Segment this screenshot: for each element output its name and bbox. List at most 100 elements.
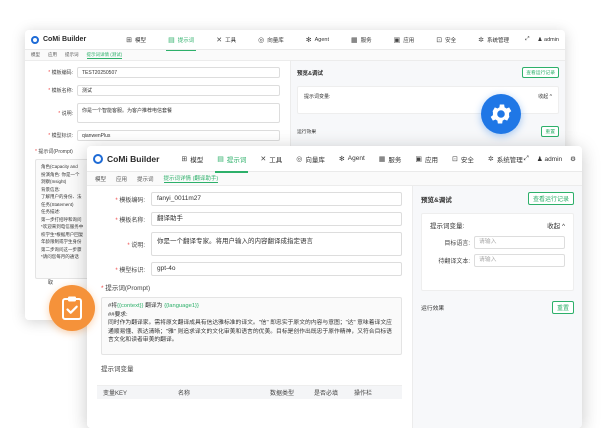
prompt-line-1: #将{{context}} 翻译为 {{language1}}	[108, 303, 199, 309]
model-select[interactable]: qianwenPlus	[77, 130, 280, 141]
chevron-up-icon: ^	[561, 223, 565, 230]
nav-item-security[interactable]: ⊡ 安全	[452, 154, 474, 164]
nav-item-tool[interactable]: ✕ 工具	[216, 36, 236, 44]
nav-label: 提示词	[177, 37, 195, 44]
collapse-toggle[interactable]: 收起 ^	[547, 220, 565, 230]
app-logo[interactable]: CoMi Builder	[93, 153, 159, 164]
tab-bar: 模型 应用 提示词 提示词详情 (翻译助手)	[87, 172, 582, 186]
vars-section-title: 提示词变量	[101, 366, 134, 373]
tool-icon: ✕	[216, 36, 223, 44]
user-menu[interactable]: ♟ admin	[537, 155, 562, 163]
collapse-toggle[interactable]: 收起 ^	[538, 93, 552, 100]
clipboard-badge	[49, 285, 95, 331]
tab-prompt[interactable]: 提示词	[137, 175, 154, 183]
preview-title: 预览&调试	[297, 70, 323, 77]
tab-model[interactable]: 模型	[95, 175, 106, 183]
code-label: * 模板编码:	[48, 70, 73, 76]
preview-panel: 预览&调试 查看运行记录 提示词变量: 收起 ^ 目标语言: 请输入 待翻译文本…	[412, 186, 582, 428]
prompt-line: *欢迎来到电信服务中	[41, 224, 84, 229]
view-log-button[interactable]: 查看运行记录	[522, 67, 559, 78]
code-row: * 模板编码: fanyi_0011m27	[97, 192, 402, 206]
reset-button[interactable]: 重置	[551, 301, 574, 314]
nav-label: Agent	[347, 155, 365, 162]
fullscreen-icon[interactable]: ⤢	[525, 36, 529, 43]
nav-item-app[interactable]: ▣ 应用	[415, 154, 438, 164]
desc-field[interactable]: 你是一个翻译专家。将用户输入的内容翻译成指定语言	[151, 232, 402, 256]
back-button[interactable]: 取	[48, 279, 53, 286]
prompt-editor[interactable]: 角色(Capacity and 扮演角色: 你是一个 洞察(Insight) 背…	[35, 159, 95, 279]
nav-item-service[interactable]: ▦ 服务	[351, 36, 372, 44]
tab-app[interactable]: 应用	[48, 52, 57, 58]
prompt-icon: ▤	[217, 155, 224, 163]
result-row: 运行效果 重置	[297, 126, 559, 137]
user-menu[interactable]: ♟ admin	[538, 37, 559, 43]
name-field[interactable]: 测试	[77, 85, 280, 96]
target-language-input[interactable]: 请输入	[474, 236, 565, 249]
code-field[interactable]: fanyi_0011m27	[151, 192, 402, 206]
prompt-line: *请问您每月的通话	[41, 254, 79, 259]
nav-item-agent[interactable]: ✻ Agent	[339, 155, 365, 163]
nav-item-vector-db[interactable]: ◎ 向量库	[258, 36, 284, 44]
nav-label: 系统管理	[487, 37, 510, 44]
nav-label: 工具	[269, 156, 283, 164]
model-icon: ⊞	[181, 155, 188, 163]
tab-prompt-detail[interactable]: 提示词详情 (翻译助手)	[163, 174, 219, 183]
prompt-line: 第一步打招呼和询问	[41, 216, 82, 222]
model-row: * 模型标识: qianwenPlus	[35, 130, 280, 141]
prompt-line: 扮演角色: 你是一个	[41, 171, 80, 177]
nav-item-app[interactable]: ▣ 应用	[394, 36, 415, 44]
nav-label: 向量库	[267, 37, 284, 44]
code-field[interactable]: TEST20250507	[77, 67, 280, 78]
tab-model[interactable]: 模型	[31, 52, 40, 58]
fullscreen-icon[interactable]: ⤢	[524, 155, 529, 163]
tab-app[interactable]: 应用	[116, 175, 127, 183]
nav-item-vector-db[interactable]: ◎ 向量库	[296, 154, 325, 164]
nav-item-service[interactable]: ▦ 服务	[379, 154, 402, 164]
name-field[interactable]: 翻译助手	[151, 212, 402, 226]
model-icon: ⊞	[126, 36, 133, 44]
username: admin	[544, 36, 559, 43]
var-label: 待翻译文本:	[438, 259, 470, 265]
result-row: 运行效果 重置	[421, 301, 574, 314]
nav-item-model[interactable]: ⊞ 模型	[126, 36, 146, 44]
chevron-up-icon: ^	[549, 94, 552, 100]
tab-prompt-detail[interactable]: 提示词详情 (测试)	[86, 52, 123, 59]
model-label: * 模型标识:	[115, 267, 145, 274]
nav-right: ⤢ ♟ admin ⚙	[524, 155, 576, 163]
prompt-line-2: ##要求:	[108, 311, 128, 318]
user-icon: ♟	[537, 36, 543, 43]
nav-item-agent[interactable]: ✻ Agent	[306, 36, 329, 44]
app-icon: ▣	[415, 155, 423, 163]
col-type: 数据类型	[270, 391, 295, 397]
prompt-editor[interactable]: #将{{context}} 翻译为 {{language1}} ##要求: 同时…	[101, 297, 402, 355]
prompt-var-language: {{language1}}	[164, 303, 199, 309]
prompt-line: 第二步询问这一步骤	[41, 246, 82, 252]
settings-icon: ✲	[478, 36, 485, 44]
nav-item-model[interactable]: ⊞ 模型	[181, 154, 203, 164]
source-text-input[interactable]: 请输入	[474, 254, 565, 267]
main-menu: ⊞ 模型 ▤ 提示词 ✕ 工具 ◎ 向量库 ✻ Agent ▦ 服务 ▣ 应用 ⊡ 安全 ✲ 系统…	[126, 36, 525, 51]
nav-item-prompt[interactable]: ▤ 提示词	[215, 154, 249, 173]
app-logo[interactable]: CoMi Builder	[31, 35, 86, 44]
nav-item-settings[interactable]: ✲ 系统管理	[488, 154, 523, 164]
gear-icon[interactable]: ⚙	[570, 155, 576, 163]
view-log-button[interactable]: 查看运行记录	[527, 192, 574, 205]
nav-item-prompt[interactable]: ▤ 提示词	[166, 36, 197, 51]
nav-item-tool[interactable]: ✕ 工具	[260, 154, 282, 164]
nav-item-security[interactable]: ⊡ 安全	[436, 36, 456, 44]
prompt-line: 任务(Statement)	[41, 201, 74, 207]
prompt-line: 校学生*根据用户回复	[41, 231, 84, 237]
reset-button[interactable]: 重置	[541, 126, 559, 137]
tab-prompt[interactable]: 提示词	[65, 52, 79, 58]
nav-item-settings[interactable]: ✲ 系统管理	[478, 36, 509, 44]
name-label: * 模板名称:	[115, 217, 145, 224]
vector-db-icon: ◎	[296, 155, 303, 163]
col-actions: 操作栏	[354, 391, 373, 397]
desc-field[interactable]: 你是一个智能客服。为客户推荐电信套餐	[77, 103, 280, 123]
preview-header: 预览&调试 查看运行记录	[421, 192, 574, 205]
main-menu: ⊞ 模型 ▤ 提示词 ✕ 工具 ◎ 向量库 ✻ Agent ▦ 服务 ▣ 应用 ⊡ 安全 ✲ 系统…	[181, 154, 523, 173]
prompt-line: 角色(Capacity and	[41, 164, 78, 169]
model-select[interactable]: gpt-4o	[151, 262, 402, 276]
gear-icon	[490, 104, 512, 124]
name-label: * 模板名称:	[48, 88, 73, 94]
